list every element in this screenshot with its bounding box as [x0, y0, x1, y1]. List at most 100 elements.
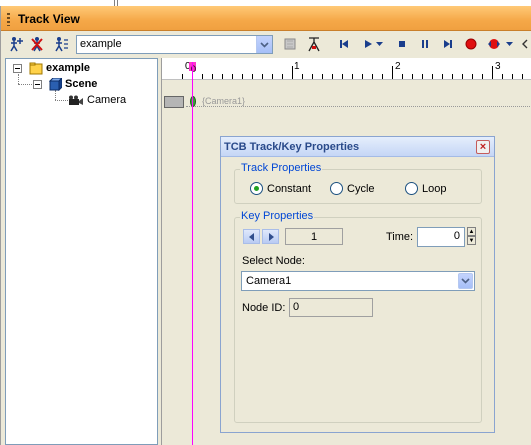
collapse-icon[interactable]: [13, 63, 22, 73]
ruler-tick: [412, 74, 413, 79]
node-combo[interactable]: example: [76, 35, 273, 54]
spin-up-icon[interactable]: ▲: [467, 227, 476, 236]
scene-icon: [49, 77, 62, 91]
ruler-tick: [492, 66, 493, 79]
dialog-title: TCB Track/Key Properties: [224, 141, 360, 153]
dialog-title-bar[interactable]: TCB Track/Key Properties ×: [221, 137, 494, 157]
key-index-field: 1: [285, 228, 343, 245]
ruler-tick: [232, 74, 233, 79]
record-dropdown-icon[interactable]: [504, 35, 514, 53]
ruler-tick: [422, 74, 423, 79]
ruler-tick: [352, 74, 353, 79]
radio-label: Constant: [267, 182, 312, 195]
ruler-tick: [382, 74, 383, 79]
chevron-down-icon[interactable]: [256, 36, 272, 53]
ruler-tick: [312, 74, 313, 79]
radio-loop[interactable]: Loop: [405, 182, 446, 195]
lock-icon[interactable]: [281, 35, 299, 53]
ruler-tick: [512, 74, 513, 79]
ruler-tick: [362, 74, 363, 79]
ruler-label-2: 2: [395, 61, 401, 72]
tree-item-label: Scene: [65, 78, 98, 90]
key-properties-group: Key Properties 1 Time: 0 ▲ ▼ Select Node…: [234, 210, 482, 423]
ruler-tick: [322, 74, 323, 79]
ruler-tick: [402, 74, 403, 79]
radio-indicator[interactable]: [405, 182, 418, 195]
delete-key-icon[interactable]: [28, 35, 46, 53]
tree-item-label: Camera: [87, 94, 127, 106]
play-options-icon[interactable]: [374, 35, 384, 53]
ruler-tick: [252, 74, 253, 79]
time-input[interactable]: 0: [417, 227, 465, 247]
node-combo-value: example: [80, 38, 122, 50]
key-marker[interactable]: [190, 96, 196, 107]
pause-icon[interactable]: [416, 35, 434, 53]
track-properties-legend: Track Properties: [240, 162, 323, 174]
ruler-tick: [472, 74, 473, 79]
go-end-icon[interactable]: [439, 35, 457, 53]
snap-icon[interactable]: [305, 35, 323, 53]
spin-down-icon[interactable]: ▼: [467, 236, 476, 245]
grip-icon[interactable]: [7, 13, 10, 26]
ruler-tick: [392, 66, 393, 79]
ruler-label-3: 3: [495, 61, 501, 72]
radio-indicator[interactable]: [250, 182, 263, 195]
track-line: [186, 106, 531, 107]
node-id-label: Node ID:: [242, 302, 286, 314]
add-key-icon[interactable]: [7, 35, 25, 53]
time-spinner[interactable]: ▲ ▼: [467, 227, 476, 246]
ruler-tick: [212, 74, 213, 79]
track-name: {Camera1}: [202, 96, 246, 106]
ruler-tick: [182, 74, 183, 79]
ruler-tick: [442, 74, 443, 79]
ruler-tick: [502, 74, 503, 79]
radio-indicator[interactable]: [330, 182, 343, 195]
time-cursor[interactable]: [192, 62, 193, 445]
ruler-tick: [332, 74, 333, 79]
select-node-dropdown[interactable]: Camera1: [241, 271, 475, 291]
ruler-tick: [452, 74, 453, 79]
scene-tree[interactable]: example Scene Camera: [5, 58, 158, 445]
ruler-tick: [202, 74, 203, 79]
collapse-icon[interactable]: [33, 79, 42, 89]
key-properties-legend: Key Properties: [240, 210, 315, 222]
ruler-tick: [292, 66, 293, 79]
ruler-label-1: 1: [294, 61, 300, 72]
key-props-icon[interactable]: [52, 35, 70, 53]
track-row-camera[interactable]: {Camera1}: [162, 94, 531, 110]
more-icon[interactable]: [519, 35, 531, 53]
tree-item-example[interactable]: example: [13, 60, 90, 76]
radio-constant[interactable]: Constant: [250, 182, 311, 195]
ruler-tick: [462, 74, 463, 79]
track-range-block[interactable]: [164, 96, 184, 108]
ruler-tick: [372, 74, 373, 79]
track-properties-group: Track Properties Constant Cycle Loop: [234, 162, 482, 204]
time-ruler[interactable]: 0 1 2 3: [162, 58, 531, 80]
chevron-down-icon[interactable]: [458, 273, 473, 289]
stop-icon[interactable]: [393, 35, 411, 53]
next-key-button[interactable]: [262, 229, 279, 244]
track-view-window: Track View example example Scene Camera …: [0, 6, 531, 445]
time-label: Time:: [386, 231, 414, 243]
ruler-tick: [342, 74, 343, 79]
title-bar[interactable]: Track View: [1, 6, 531, 31]
tree-item-scene[interactable]: Scene: [33, 76, 97, 92]
ruler-tick: [432, 74, 433, 79]
radio-label: Loop: [422, 182, 447, 195]
close-icon[interactable]: ×: [476, 140, 490, 154]
ruler-tick: [522, 74, 523, 79]
ruler-tick: [482, 74, 483, 79]
record-options-icon[interactable]: [486, 35, 504, 53]
folder-icon: [29, 62, 43, 74]
toolbar: example: [1, 32, 531, 57]
go-start-icon[interactable]: [335, 35, 353, 53]
camera-icon: [69, 95, 83, 105]
arrow-right-icon: [268, 232, 274, 241]
record-icon[interactable]: [462, 35, 480, 53]
prev-key-button[interactable]: [243, 229, 260, 244]
tree-item-camera[interactable]: Camera: [68, 92, 126, 108]
window-title: Track View: [18, 12, 80, 26]
tree-item-label: example: [46, 62, 91, 74]
tcb-properties-dialog: TCB Track/Key Properties × Track Propert…: [220, 136, 495, 433]
radio-cycle[interactable]: Cycle: [330, 182, 375, 195]
